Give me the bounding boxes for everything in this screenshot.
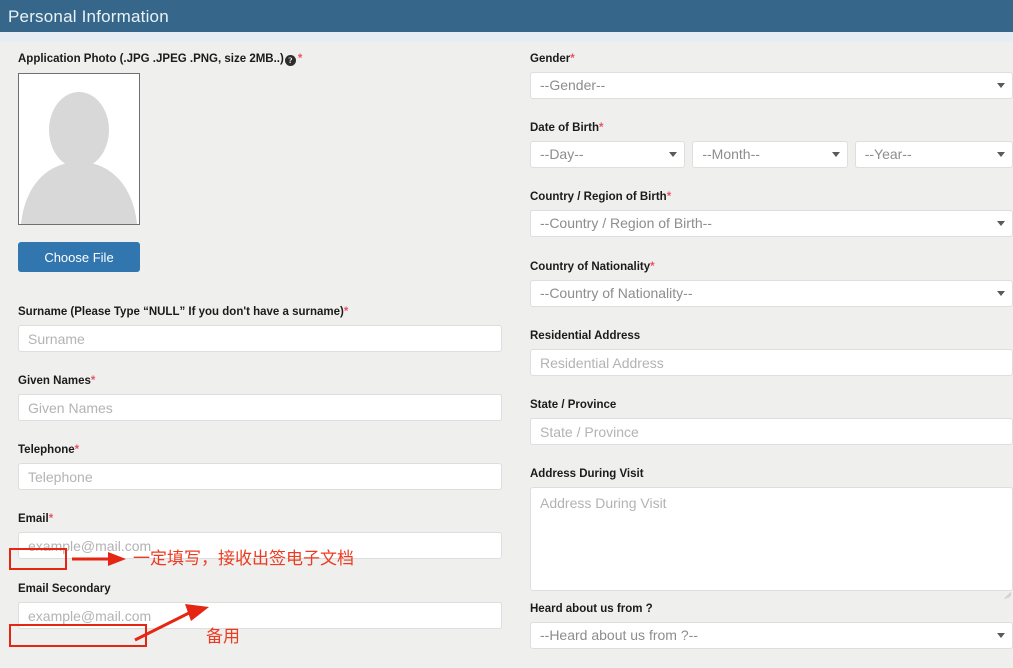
gender-label-text: Gender [530, 53, 570, 65]
surname-label-text: Surname (Please Type “NULL” If you don't… [18, 306, 344, 318]
email-secondary-label: Email Secondary [18, 582, 502, 596]
residential-address-label-text: Residential Address [530, 330, 640, 342]
state-province-label: State / Province [530, 398, 1013, 412]
country-of-nationality-select[interactable] [530, 280, 1013, 307]
given-names-field: Given Names* [18, 374, 502, 421]
telephone-input[interactable] [18, 463, 502, 490]
heard-about-us-label: Heard about us from ? [530, 602, 1013, 616]
surname-label: Surname (Please Type “NULL” If you don't… [18, 305, 502, 319]
application-photo-preview[interactable] [18, 73, 140, 225]
email-label-text: Email [18, 513, 49, 525]
telephone-field: Telephone* [18, 443, 502, 490]
given-names-label: Given Names* [18, 374, 502, 388]
page-title: Personal Information [8, 8, 169, 25]
required-asterisk: * [49, 513, 53, 525]
surname-input[interactable] [18, 325, 502, 352]
required-asterisk: * [570, 53, 574, 65]
required-asterisk: * [599, 122, 603, 134]
dob-year-select[interactable] [855, 141, 1013, 168]
gender-label: Gender* [530, 52, 1013, 66]
email-input[interactable] [18, 532, 502, 559]
header-underline [0, 32, 1013, 42]
residential-address-field: Residential Address [530, 329, 1013, 376]
country-of-birth-field: Country / Region of Birth* --Country / R… [530, 190, 1013, 237]
country-of-birth-label: Country / Region of Birth* [530, 190, 1013, 204]
question-circle-icon[interactable]: ? [285, 55, 296, 66]
date-of-birth-label: Date of Birth* [530, 121, 1013, 135]
country-of-birth-label-text: Country / Region of Birth [530, 191, 667, 203]
email-secondary-field: Email Secondary [18, 582, 502, 629]
email-secondary-input[interactable] [18, 602, 502, 629]
heard-about-us-label-text: Heard about us from ? [530, 603, 653, 615]
date-of-birth-selects: --Day-- --Month-- --Year-- [530, 141, 1013, 168]
choose-file-button[interactable]: Choose File [18, 242, 140, 272]
state-province-label-text: State / Province [530, 399, 616, 411]
gender-select-wrap: --Gender-- [530, 72, 1013, 99]
application-photo-field: Application Photo (.JPG .JPEG .PNG, size… [18, 52, 302, 272]
gender-select[interactable] [530, 72, 1013, 99]
page-header: Personal Information [0, 0, 1013, 32]
required-asterisk: * [667, 191, 671, 203]
date-of-birth-field: Date of Birth* --Day-- --Month-- --Year-… [530, 121, 1013, 168]
email-secondary-annotation-text: 备用 [206, 629, 240, 646]
dob-day-wrap: --Day-- [530, 141, 685, 168]
state-province-input[interactable] [530, 418, 1013, 445]
residential-address-input[interactable] [530, 349, 1013, 376]
given-names-input[interactable] [18, 394, 502, 421]
application-photo-label-text: Application Photo (.JPG .JPEG .PNG, size… [18, 53, 284, 65]
required-asterisk: * [650, 261, 654, 273]
dob-day-select[interactable] [530, 141, 685, 168]
telephone-label-text: Telephone [18, 444, 75, 456]
person-silhouette-avatar-icon [19, 74, 139, 224]
date-of-birth-label-text: Date of Birth [530, 122, 599, 134]
address-during-visit-field: Address During Visit [530, 467, 1013, 596]
country-of-birth-select[interactable] [530, 210, 1013, 237]
address-during-visit-textarea-wrap [530, 487, 1013, 596]
required-asterisk: * [75, 444, 79, 456]
given-names-label-text: Given Names [18, 375, 91, 387]
email-field: Email* [18, 512, 502, 559]
required-asterisk: * [91, 375, 95, 387]
heard-about-us-select-wrap: --Heard about us from ?-- [530, 622, 1013, 649]
email-secondary-label-text: Email Secondary [18, 583, 111, 595]
telephone-label: Telephone* [18, 443, 502, 457]
email-label: Email* [18, 512, 502, 526]
application-photo-label: Application Photo (.JPG .JPEG .PNG, size… [18, 52, 302, 66]
dob-month-select[interactable] [692, 141, 847, 168]
dob-year-wrap: --Year-- [855, 141, 1013, 168]
residential-address-label: Residential Address [530, 329, 1013, 343]
address-during-visit-label: Address During Visit [530, 467, 1013, 481]
state-province-field: State / Province [530, 398, 1013, 445]
address-during-visit-textarea[interactable] [530, 487, 1013, 591]
required-asterisk: * [298, 53, 302, 65]
country-of-nationality-select-wrap: --Country of Nationality-- [530, 280, 1013, 307]
country-of-nationality-label-text: Country of Nationality [530, 261, 650, 273]
country-of-birth-select-wrap: --Country / Region of Birth-- [530, 210, 1013, 237]
heard-about-us-select[interactable] [530, 622, 1013, 649]
address-during-visit-label-text: Address During Visit [530, 468, 644, 480]
required-asterisk: * [344, 306, 348, 318]
surname-field: Surname (Please Type “NULL” If you don't… [18, 305, 502, 352]
heard-about-us-field: Heard about us from ? --Heard about us f… [530, 602, 1013, 649]
dob-month-wrap: --Month-- [692, 141, 847, 168]
gender-field: Gender* --Gender-- [530, 52, 1013, 99]
country-of-nationality-field: Country of Nationality* --Country of Nat… [530, 260, 1013, 307]
personal-information-form: Application Photo (.JPG .JPEG .PNG, size… [0, 42, 1013, 668]
country-of-nationality-label: Country of Nationality* [530, 260, 1013, 274]
